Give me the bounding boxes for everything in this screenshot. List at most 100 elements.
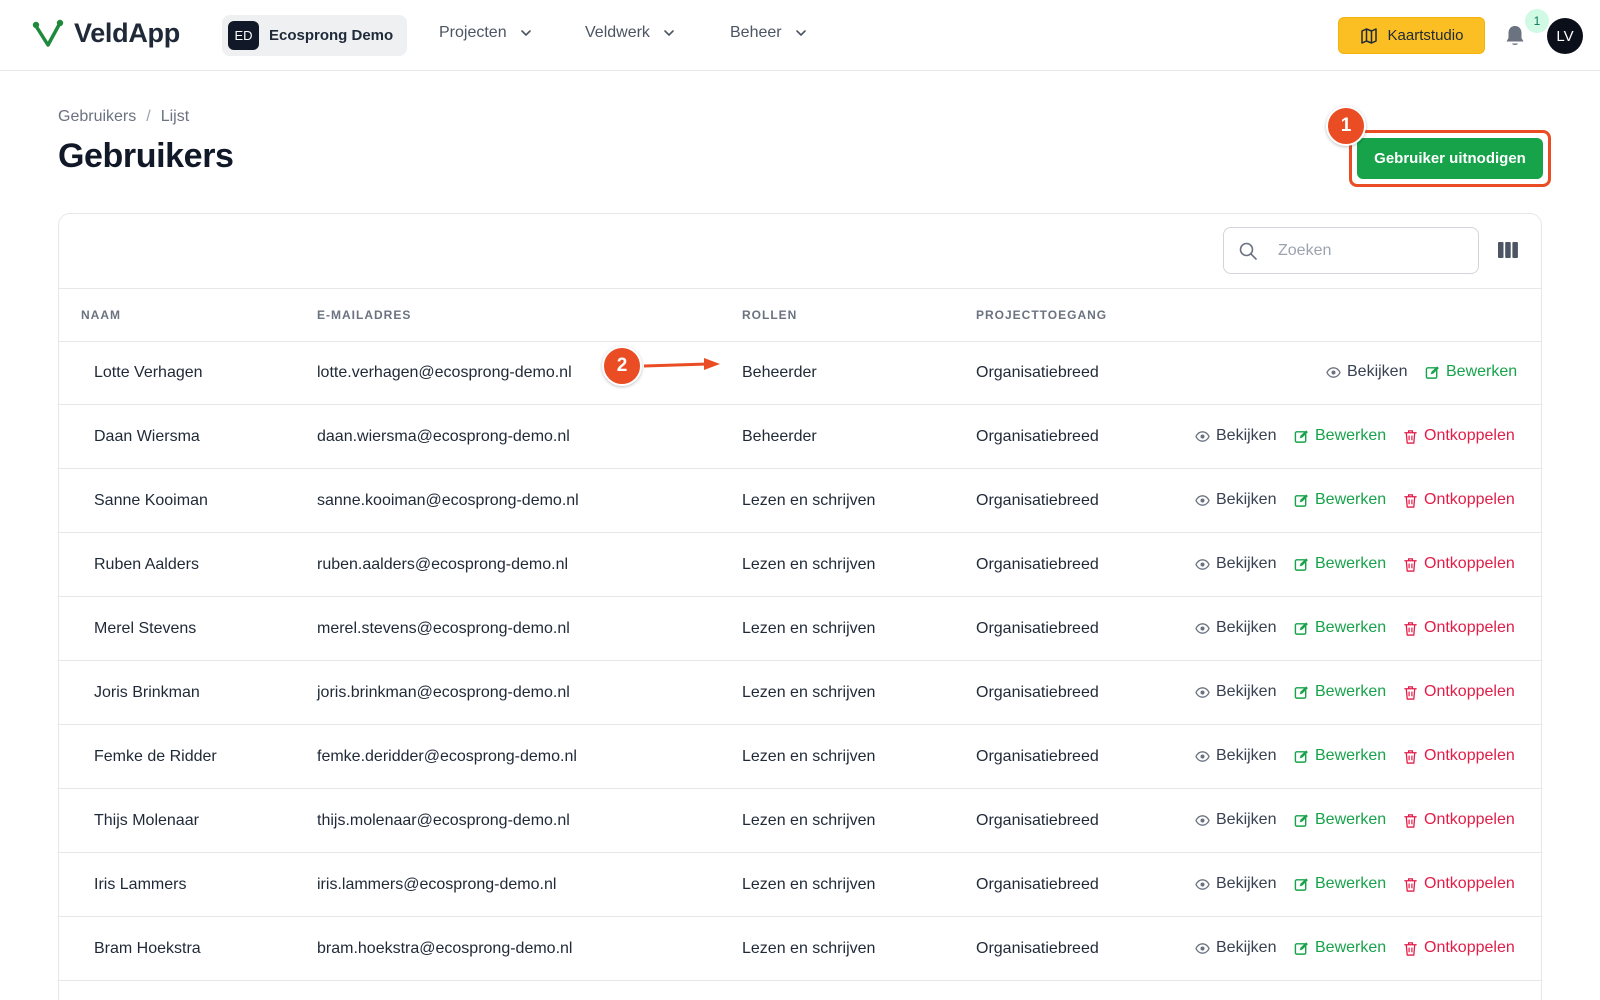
table-row[interactable]: Lotte Verhagen lotte.verhagen@ecosprong-d… (59, 342, 1541, 405)
user-email-cell: merel.stevens@ecosprong-demo.nl (317, 620, 570, 637)
edit-button[interactable]: Bewerken (1294, 811, 1386, 829)
user-role-cell: Lezen en schrijven (742, 620, 876, 637)
view-button[interactable]: Bekijken (1195, 683, 1276, 701)
user-access-cell: Organisatiebreed (976, 748, 1099, 765)
trash-icon (1404, 941, 1417, 956)
edit-icon (1294, 877, 1308, 891)
nav-label: Projecten (439, 24, 507, 41)
view-label: Bekijken (1216, 683, 1277, 700)
notification-count-badge: 1 (1525, 9, 1549, 33)
column-header-name[interactable]: NAAM (81, 308, 121, 322)
breadcrumb-item-current: Lijst (160, 108, 190, 125)
columns-icon[interactable] (1497, 240, 1519, 260)
view-button[interactable]: Bekijken (1195, 555, 1276, 573)
table-row[interactable]: Ruben Aalders ruben.aalders@ecosprong-dem… (59, 534, 1541, 597)
bell-icon[interactable] (1504, 24, 1526, 48)
user-role-cell: Beheerder (742, 364, 817, 381)
trash-icon (1404, 621, 1417, 636)
table-row[interactable]: Merel Stevens merel.stevens@ecosprong-dem… (59, 598, 1541, 661)
user-email-cell: ruben.aalders@ecosprong-demo.nl (317, 556, 569, 573)
edit-icon (1294, 749, 1308, 763)
table-row[interactable]: Bram Hoekstra bram.hoekstra@ecosprong-dem… (59, 918, 1541, 981)
organization-switcher[interactable]: ED Ecosprong Demo (222, 15, 408, 56)
edit-button[interactable]: Bewerken (1294, 555, 1386, 573)
table-toolbar: Zoeken (59, 214, 1541, 289)
unlink-button[interactable]: Ontkoppelen (1403, 747, 1515, 765)
view-button[interactable]: Bekijken (1195, 875, 1276, 893)
unlink-button[interactable]: Ontkoppelen (1403, 555, 1515, 573)
unlink-button[interactable]: Ontkoppelen (1403, 811, 1515, 829)
view-button[interactable]: Bekijken (1326, 363, 1407, 381)
unlink-button[interactable]: Ontkoppelen (1403, 875, 1515, 893)
edit-button[interactable]: Bewerken (1294, 747, 1386, 765)
user-name-cell: Bram Hoekstra (94, 940, 201, 957)
eye-icon (1195, 750, 1210, 762)
top-navigation-bar: VeldApp ED Ecosprong Demo Projecten Veld… (0, 0, 1600, 71)
nav-projecten[interactable]: Projecten (439, 24, 533, 42)
view-label: Bekijken (1216, 875, 1277, 892)
user-name-cell: Iris Lammers (94, 876, 187, 893)
view-button[interactable]: Bekijken (1195, 491, 1276, 509)
edit-button[interactable]: Bewerken (1294, 875, 1386, 893)
user-email-cell: bram.hoekstra@ecosprong-demo.nl (317, 940, 573, 957)
column-header-access[interactable]: PROJECTTOEGANG (976, 308, 1107, 322)
view-label: Bekijken (1216, 555, 1277, 572)
table-row[interactable]: Joris Brinkman joris.brinkman@ecosprong-d… (59, 662, 1541, 725)
view-button[interactable]: Bekijken (1195, 747, 1276, 765)
edit-label: Bewerken (1315, 491, 1387, 508)
unlink-label: Ontkoppelen (1424, 555, 1515, 572)
view-label: Bekijken (1216, 811, 1277, 828)
eye-icon (1195, 686, 1210, 698)
kaartstudio-label: Kaartstudio (1387, 27, 1464, 44)
nav-beheer[interactable]: Beheer (730, 24, 808, 42)
search-input[interactable]: Zoeken (1223, 227, 1479, 274)
users-table-card: Zoeken NAAM E-MAILADRES ROLLEN PROJECTTO… (58, 213, 1542, 1000)
unlink-button[interactable]: Ontkoppelen (1403, 683, 1515, 701)
view-button[interactable]: Bekijken (1195, 619, 1276, 637)
unlink-button[interactable]: Ontkoppelen (1403, 491, 1515, 509)
annotation-marker-1: 1 (1326, 106, 1366, 146)
edit-button[interactable]: Bewerken (1294, 491, 1386, 509)
edit-button[interactable]: Bewerken (1294, 939, 1386, 957)
nav-veldwerk[interactable]: Veldwerk (585, 24, 676, 42)
view-label: Bekijken (1216, 427, 1277, 444)
user-access-cell: Organisatiebreed (976, 684, 1099, 701)
edit-icon (1425, 365, 1439, 379)
user-role-cell: Lezen en schrijven (742, 556, 876, 573)
view-label: Bekijken (1216, 747, 1277, 764)
unlink-label: Ontkoppelen (1424, 747, 1515, 764)
eye-icon (1195, 942, 1210, 954)
search-placeholder: Zoeken (1278, 241, 1332, 259)
invite-user-button[interactable]: Gebruiker uitnodigen (1357, 138, 1543, 179)
unlink-button[interactable]: Ontkoppelen (1403, 619, 1515, 637)
user-avatar[interactable]: LV (1547, 18, 1583, 54)
table-row[interactable]: Iris Lammers iris.lammers@ecosprong-demo.… (59, 854, 1541, 917)
edit-icon (1294, 493, 1308, 507)
edit-button[interactable]: Bewerken (1294, 683, 1386, 701)
unlink-button[interactable]: Ontkoppelen (1403, 427, 1515, 445)
user-role-cell: Beheerder (742, 428, 817, 445)
edit-button[interactable]: Bewerken (1294, 427, 1386, 445)
table-row[interactable]: Femke de Ridder femke.deridder@ecosprong-… (59, 726, 1541, 789)
view-button[interactable]: Bekijken (1195, 811, 1276, 829)
app-logo[interactable]: VeldApp (32, 18, 180, 49)
user-access-cell: Organisatiebreed (976, 428, 1099, 445)
view-button[interactable]: Bekijken (1195, 939, 1276, 957)
table-row[interactable]: Thijs Molenaar thijs.molenaar@ecosprong-d… (59, 790, 1541, 853)
table-row[interactable]: Daan Wiersma daan.wiersma@ecosprong-demo.… (59, 406, 1541, 469)
unlink-button[interactable]: Ontkoppelen (1403, 939, 1515, 957)
kaartstudio-button[interactable]: Kaartstudio (1338, 17, 1485, 54)
user-name-cell: Joris Brinkman (94, 684, 200, 701)
column-header-roles[interactable]: ROLLEN (742, 308, 797, 322)
user-name-cell: Femke de Ridder (94, 748, 217, 765)
unlink-label: Ontkoppelen (1424, 491, 1515, 508)
trash-icon (1404, 877, 1417, 892)
view-button[interactable]: Bekijken (1195, 427, 1276, 445)
table-row[interactable]: Sanne Kooiman sanne.kooiman@ecosprong-dem… (59, 470, 1541, 533)
user-access-cell: Organisatiebreed (976, 940, 1099, 957)
eye-icon (1195, 814, 1210, 826)
column-header-email[interactable]: E-MAILADRES (317, 308, 411, 322)
breadcrumb-item-gebruikers[interactable]: Gebruikers (58, 108, 136, 126)
edit-button[interactable]: Bewerken (1425, 363, 1517, 381)
edit-button[interactable]: Bewerken (1294, 619, 1386, 637)
